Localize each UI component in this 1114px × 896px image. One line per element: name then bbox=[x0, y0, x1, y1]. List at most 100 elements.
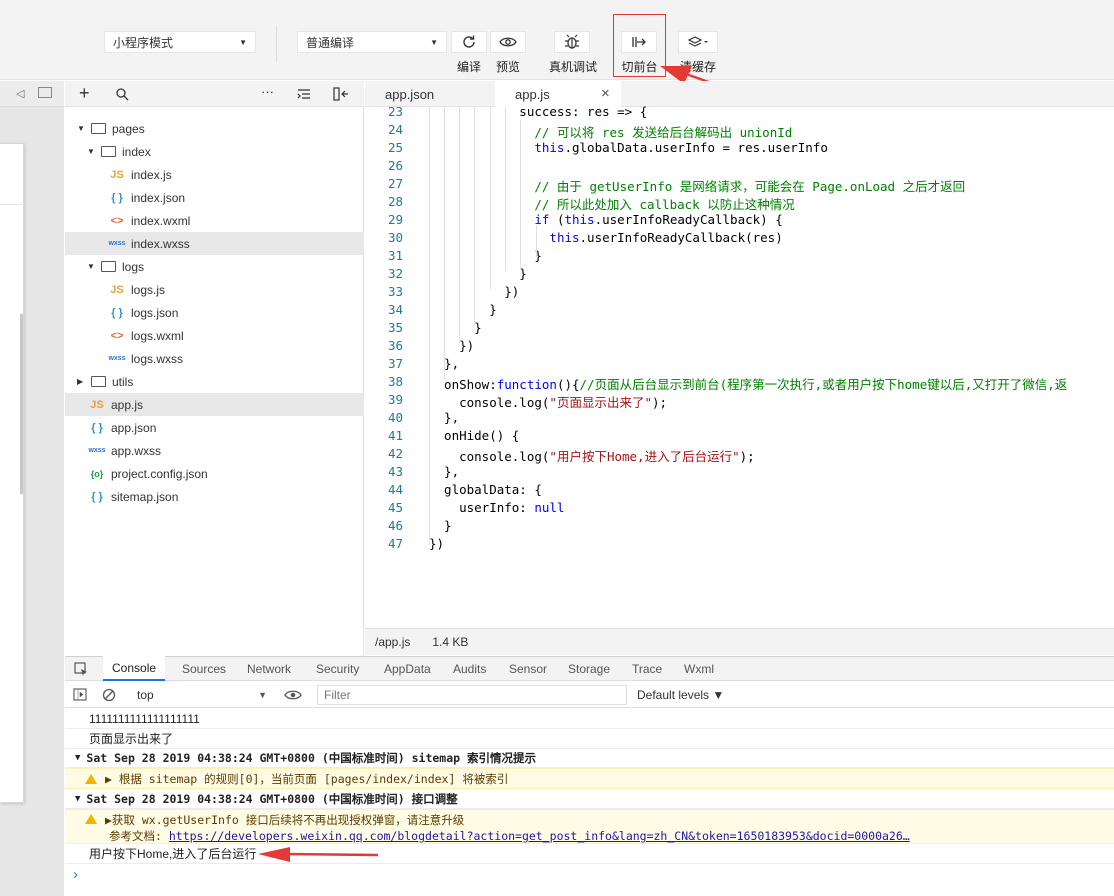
tree-item-project-config-json[interactable]: {o} project.config.json bbox=[65, 462, 364, 485]
code-text: }) bbox=[429, 338, 475, 353]
tree-item-logs-wxml[interactable]: <> logs.wxml bbox=[65, 324, 364, 347]
clear-cache-button[interactable] bbox=[678, 31, 718, 53]
tree-item-index[interactable]: ▼ index bbox=[65, 140, 364, 163]
tree-item-logs-wxss[interactable]: wxss logs.wxss bbox=[65, 347, 364, 370]
line-number: 47 bbox=[387, 536, 403, 551]
tree-item-pages[interactable]: ▼ pages bbox=[65, 117, 364, 140]
tree-item-index-js[interactable]: JS index.js bbox=[65, 163, 364, 186]
code-text: // 由于 getUserInfo 是网络请求，可能会在 Page.onLoad… bbox=[534, 179, 966, 194]
folder-icon bbox=[91, 376, 106, 387]
preview-button[interactable] bbox=[490, 31, 526, 53]
line-number: 28 bbox=[387, 194, 403, 209]
remote-debug-button[interactable] bbox=[554, 31, 590, 53]
indent-guide bbox=[459, 107, 460, 343]
compile-button[interactable] bbox=[451, 31, 487, 53]
chevron-down-icon[interactable]: ▼ bbox=[77, 124, 87, 133]
reference-link[interactable]: https://developers.weixin.qq.com/blogdet… bbox=[169, 829, 910, 843]
code-line: 24 // 可以将 res 发送给后台解码出 unionId bbox=[365, 122, 1114, 140]
wxss-file-icon: wxss bbox=[108, 240, 126, 247]
tree-item-label: logs bbox=[122, 259, 145, 274]
tree-item-logs[interactable]: ▼ logs bbox=[65, 255, 364, 278]
console-group-title: Sat Sep 28 2019 04:38:24 GMT+0800 (中国标准时… bbox=[86, 751, 536, 765]
code-line: 32 } bbox=[365, 266, 1114, 284]
console-message: 页面显示出来了 bbox=[89, 732, 174, 746]
close-icon[interactable]: × bbox=[601, 85, 610, 102]
console-prompt[interactable]: › bbox=[65, 864, 1114, 884]
simulator-toolbar: ◁ bbox=[0, 81, 64, 107]
toolbar-divider bbox=[276, 26, 277, 62]
tree-item-app-wxss[interactable]: wxss app.wxss bbox=[65, 439, 364, 462]
clear-console-icon[interactable] bbox=[102, 688, 116, 702]
devtools-tab-storage[interactable]: Storage bbox=[559, 656, 619, 681]
tree-item-utils[interactable]: ▶ utils bbox=[65, 370, 364, 393]
tree-item-label: app.json bbox=[111, 420, 157, 435]
console-group-row[interactable]: ▼ Sat Sep 28 2019 04:38:24 GMT+0800 (中国标… bbox=[65, 749, 1114, 768]
devtools-tab-sources[interactable]: Sources bbox=[173, 656, 235, 681]
window-icon[interactable] bbox=[38, 87, 52, 98]
indent-guide bbox=[474, 107, 475, 325]
js-file-icon: JS bbox=[110, 283, 124, 296]
reference-label: 参考文档: bbox=[109, 829, 169, 843]
compile-select-value: 普通编译 bbox=[306, 35, 355, 50]
code-line: 35 } bbox=[365, 320, 1114, 338]
layers-icon bbox=[687, 36, 708, 47]
devtools-tab-wxml[interactable]: Wxml bbox=[675, 656, 723, 681]
add-icon[interactable]: + bbox=[79, 83, 90, 104]
search-icon[interactable] bbox=[115, 87, 129, 101]
chevron-right-icon[interactable]: ▶ bbox=[77, 377, 87, 386]
devtools-tab-network[interactable]: Network bbox=[238, 656, 300, 681]
code-line: 34 } bbox=[365, 302, 1114, 320]
chevron-down-icon[interactable]: ▼ bbox=[87, 262, 97, 271]
code-text: }, bbox=[444, 356, 460, 371]
simulator-divider bbox=[0, 204, 24, 205]
tree-item-logs-json[interactable]: { } logs.json bbox=[65, 301, 364, 324]
tree-item-index-wxml[interactable]: <> index.wxml bbox=[65, 209, 364, 232]
console-group-row[interactable]: ▼ Sat Sep 28 2019 04:38:24 GMT+0800 (中国标… bbox=[65, 790, 1114, 809]
line-number: 29 bbox=[387, 212, 403, 227]
tree-item-index-json[interactable]: { } index.json bbox=[65, 186, 364, 209]
devtools-tab-sensor[interactable]: Sensor bbox=[500, 656, 556, 681]
chevron-down-icon[interactable]: ▼ bbox=[87, 147, 97, 156]
inspect-icon[interactable] bbox=[74, 662, 89, 677]
compile-select[interactable]: 普通编译 ▼ bbox=[297, 31, 447, 53]
devtools-tab-audits[interactable]: Audits bbox=[444, 656, 495, 681]
code-line: 38 onShow:function(){//页面从后台显示到前台(程序第一次执… bbox=[365, 374, 1114, 392]
indent-guide bbox=[536, 225, 537, 257]
console-warning-row[interactable]: ▶获取 wx.getUserInfo 接口后续将不再出现授权弹窗，请注意升级 参… bbox=[65, 809, 1114, 844]
code-text: userInfo: null bbox=[429, 500, 565, 515]
console-group-title: Sat Sep 28 2019 04:38:24 GMT+0800 (中国标准时… bbox=[86, 792, 458, 806]
code-line: 26 bbox=[365, 158, 1114, 176]
tree-item-logs-js[interactable]: JS logs.js bbox=[65, 278, 364, 301]
mode-select[interactable]: 小程序模式 ▼ bbox=[104, 31, 256, 53]
code-text: } bbox=[429, 518, 452, 533]
indent-guide bbox=[505, 107, 506, 271]
code-text: success: res => { bbox=[429, 104, 648, 119]
log-levels-select[interactable]: Default levels ▼ bbox=[637, 688, 724, 702]
devtools-tab-security[interactable]: Security bbox=[307, 656, 368, 681]
split-editor-icon[interactable] bbox=[333, 87, 349, 101]
console-warning-row[interactable]: ▶ 根据 sitemap 的规则[0]，当前页面 [pages/index/in… bbox=[65, 768, 1114, 789]
collapse-all-icon[interactable] bbox=[297, 88, 311, 100]
context-select[interactable]: top ▼ bbox=[127, 684, 273, 705]
eye-icon[interactable] bbox=[284, 689, 302, 701]
tree-item-index-wxss[interactable]: wxss index.wxss bbox=[65, 232, 364, 255]
sidebar-toggle-icon[interactable] bbox=[73, 688, 87, 701]
code-line: 47}) bbox=[365, 536, 1114, 554]
tree-item-app-js[interactable]: JS app.js bbox=[65, 393, 364, 416]
devtools-tab-appdata[interactable]: AppData bbox=[375, 656, 440, 681]
tree-item-app-json[interactable]: { } app.json bbox=[65, 416, 364, 439]
devtools-tab-console[interactable]: Console bbox=[103, 656, 166, 681]
volume-icon[interactable]: ◁ bbox=[16, 87, 24, 100]
console-filter-input[interactable] bbox=[317, 685, 627, 705]
more-icon[interactable]: ··· bbox=[261, 84, 274, 99]
tree-item-sitemap-json[interactable]: { } sitemap.json bbox=[65, 485, 364, 508]
simulator-scrollbar[interactable] bbox=[20, 314, 23, 494]
devtools-tab-trace[interactable]: Trace bbox=[623, 656, 671, 681]
code-line: 42 console.log("用户按下Home,进入了后台运行"); bbox=[365, 446, 1114, 464]
tree-item-label: pages bbox=[112, 121, 145, 136]
code-line: 30 this.userInfoReadyCallback(res) bbox=[365, 230, 1114, 248]
chevron-down-icon: ▼ bbox=[75, 794, 81, 804]
line-number: 40 bbox=[387, 410, 403, 425]
code-text: onHide() { bbox=[429, 428, 520, 443]
